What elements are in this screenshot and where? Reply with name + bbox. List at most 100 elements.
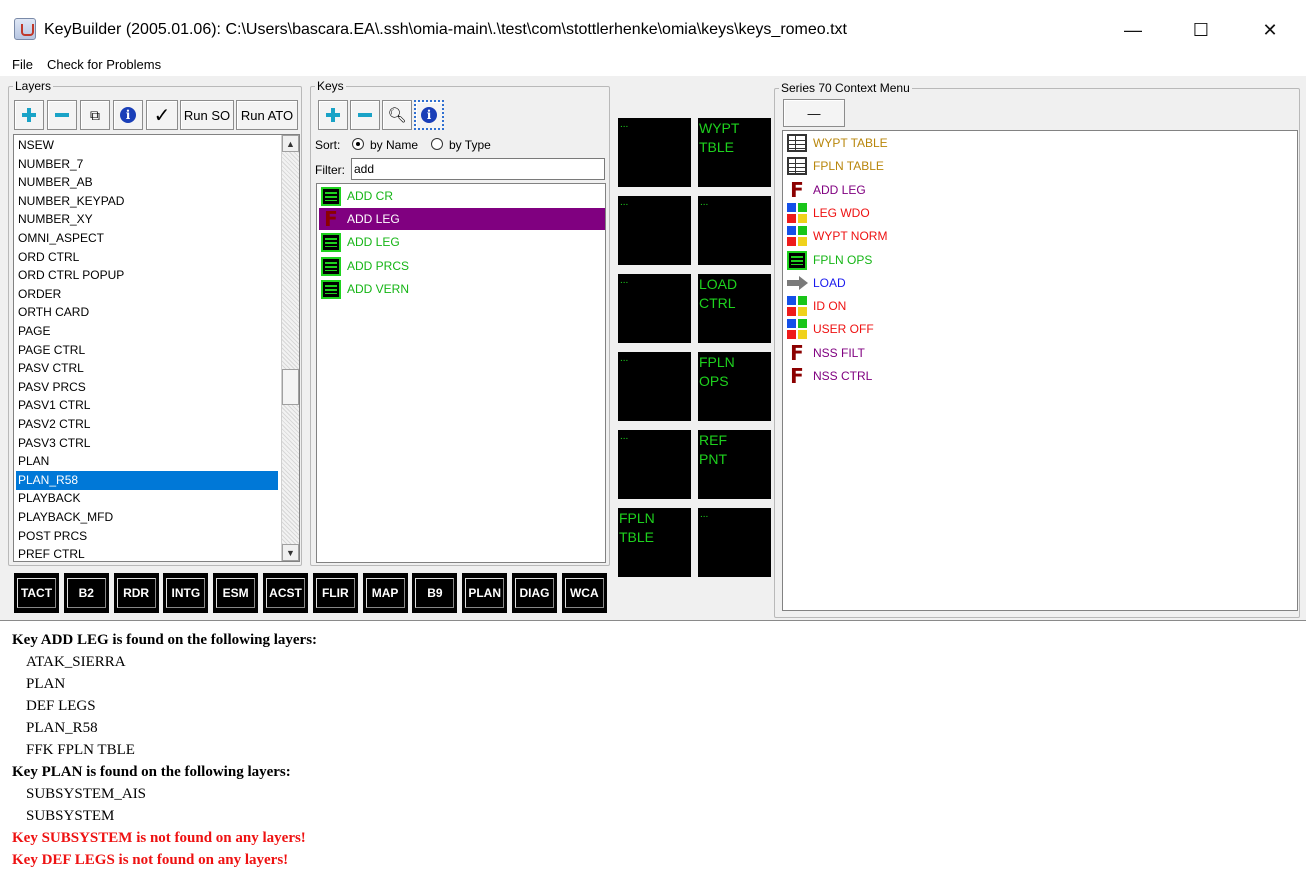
sort-by-type-label[interactable]: by Type <box>449 138 491 152</box>
sort-by-type-radio[interactable] <box>431 138 443 150</box>
tab-map[interactable]: MAP <box>362 573 408 613</box>
context-menu-item[interactable]: ID ON <box>785 295 1085 318</box>
key-item-label: ADD VERN <box>347 281 410 296</box>
context-menu-item[interactable]: WYPT NORM <box>785 225 1085 248</box>
layer-info-button[interactable]: i <box>113 100 143 130</box>
key-list-item[interactable]: ADD PRCS <box>319 255 605 277</box>
menu-bar: File Check for Problems <box>0 52 1306 76</box>
run-ato-button[interactable]: Run ATO <box>236 100 298 130</box>
tab-flir[interactable]: FLIR <box>312 573 358 613</box>
tab-diag[interactable]: DIAG <box>512 573 557 613</box>
key-list-item[interactable]: F ADD LEG <box>319 208 605 231</box>
softkey-left-3[interactable]: ... <box>618 274 691 343</box>
softkey-left-4[interactable]: ... <box>618 352 691 421</box>
tab-b9[interactable]: B9 <box>412 573 458 613</box>
tab-wca[interactable]: WCA <box>561 573 607 613</box>
tab-label: PLAN <box>465 578 505 608</box>
sort-by-name-radio[interactable] <box>352 138 364 150</box>
layer-list-item[interactable]: PASV2 CTRL <box>16 415 278 434</box>
workspace: Layers ⧉ i ✓ Run SO Run ATO NSEW NUMBER_7… <box>0 76 1306 620</box>
remove-context-item-button[interactable]: — <box>783 99 845 127</box>
scroll-thumb[interactable] <box>282 369 299 405</box>
remove-key-button[interactable] <box>350 100 380 130</box>
menu-file[interactable]: File <box>12 57 33 72</box>
context-menu-item[interactable]: WYPT TABLE <box>785 132 1085 155</box>
scroll-up-arrow-icon[interactable]: ▲ <box>282 135 299 152</box>
layer-list-item[interactable]: NUMBER_XY <box>16 210 278 229</box>
context-menu-item[interactable]: USER OFF <box>785 318 1085 341</box>
layer-list-item[interactable]: PASV1 CTRL <box>16 396 278 415</box>
tab-rdr[interactable]: RDR <box>113 573 159 613</box>
layer-list-item[interactable]: OMNI_ASPECT <box>16 229 278 248</box>
tab-b2[interactable]: B2 <box>63 573 109 613</box>
layer-list-item[interactable]: PREF CTRL <box>16 545 278 561</box>
layer-list-item[interactable]: PLAN <box>16 452 278 471</box>
context-menu-item[interactable]: F NSS FILT <box>785 342 1085 365</box>
keys-list[interactable]: ADD CR F ADD LEG ADD LEG ADD PRCS ADD VERN <box>316 183 606 563</box>
search-key-button[interactable]: 🔍︎ <box>382 100 412 130</box>
layer-list-item[interactable]: PLAN_R58 <box>16 470 278 490</box>
layers-scrollbar[interactable]: ▲ ▼ <box>281 135 299 561</box>
layer-list-item[interactable]: PLAYBACK <box>16 489 278 508</box>
layer-list-item[interactable]: ORDER <box>16 285 278 304</box>
menu-check-for-problems[interactable]: Check for Problems <box>47 57 161 72</box>
add-layer-button[interactable] <box>14 100 44 130</box>
layer-list-item[interactable]: ORD CTRL POPUP <box>16 266 278 285</box>
filter-input[interactable]: add <box>351 158 605 180</box>
sort-by-name-label[interactable]: by Name <box>370 138 418 152</box>
layer-list-item[interactable]: PAGE CTRL <box>16 341 278 360</box>
scroll-down-arrow-icon[interactable]: ▼ <box>282 544 299 561</box>
tab-intg[interactable]: INTG <box>163 573 209 613</box>
key-info-button[interactable]: i <box>414 100 444 130</box>
layer-list-item[interactable]: ORTH CARD <box>16 303 278 322</box>
context-menu-item[interactable]: LEG WDO <box>785 202 1085 225</box>
softkey-right-2[interactable]: ... <box>698 196 771 265</box>
tab-tact[interactable]: TACT <box>14 573 59 613</box>
tab-acst[interactable]: ACST <box>263 573 308 613</box>
layer-list-item[interactable]: NUMBER_KEYPAD <box>16 192 278 211</box>
softkey-right-4[interactable]: FPLN OPS <box>698 352 771 421</box>
context-menu-list[interactable]: WYPT TABLE FPLN TABLE F ADD LEG LEG WDO WYPT … <box>782 130 1298 611</box>
run-so-button[interactable]: Run SO <box>180 100 234 130</box>
context-menu-item[interactable]: F NSS CTRL <box>785 365 1085 388</box>
softkey-left-5[interactable]: ... <box>618 430 691 499</box>
softkey-right-1[interactable]: WYPT TBLE <box>698 118 771 187</box>
copy-layer-button[interactable]: ⧉ <box>80 100 110 130</box>
tab-esm[interactable]: ESM <box>213 573 259 613</box>
context-item-label: FPLN OPS <box>813 252 873 267</box>
softkey-left-6[interactable]: FPLN TBLE <box>618 508 691 577</box>
java-app-icon <box>14 18 36 40</box>
softkey-right-3[interactable]: LOAD CTRL <box>698 274 771 343</box>
context-menu-item[interactable]: F ADD LEG <box>785 179 1085 202</box>
layer-list-item[interactable]: PAGE <box>16 322 278 341</box>
check-layer-button[interactable]: ✓ <box>146 100 178 130</box>
context-menu-item[interactable]: FPLN TABLE <box>785 155 1085 178</box>
layer-list-item[interactable]: PASV3 CTRL <box>16 434 278 453</box>
softkey-right-5[interactable]: REF PNT <box>698 430 771 499</box>
remove-layer-button[interactable] <box>47 100 77 130</box>
softkey-left-2[interactable]: ... <box>618 196 691 265</box>
layer-list-item[interactable]: NSEW <box>16 136 278 155</box>
layer-list-item[interactable]: NUMBER_AB <box>16 173 278 192</box>
layer-list-item[interactable]: PLAYBACK_MFD <box>16 508 278 527</box>
close-button[interactable]: ✕ <box>1247 14 1293 46</box>
tab-label: DIAG <box>515 578 554 608</box>
maximize-button[interactable]: ☐ <box>1178 14 1224 46</box>
layer-list-item[interactable]: NUMBER_7 <box>16 155 278 174</box>
key-list-item[interactable]: ADD LEG <box>319 231 605 253</box>
key-list-item[interactable]: ADD CR <box>319 185 605 207</box>
layer-list-item[interactable]: PASV PRCS <box>16 378 278 397</box>
context-menu-item[interactable]: LOAD <box>785 272 1085 295</box>
layer-list-item[interactable]: POST PRCS <box>16 527 278 546</box>
layer-list-item[interactable]: ORD CTRL <box>16 248 278 267</box>
color-quad-icon <box>787 296 807 317</box>
context-menu-item[interactable]: FPLN OPS <box>785 249 1085 272</box>
softkey-left-1[interactable]: ... <box>618 118 691 187</box>
layer-list-item[interactable]: PASV CTRL <box>16 359 278 378</box>
tab-plan[interactable]: PLAN <box>462 573 508 613</box>
softkey-right-6[interactable]: ... <box>698 508 771 577</box>
minimize-button[interactable]: — <box>1110 14 1156 46</box>
add-key-button[interactable] <box>318 100 348 130</box>
layers-list[interactable]: NSEW NUMBER_7 NUMBER_AB NUMBER_KEYPAD NUMBER… <box>13 134 300 562</box>
key-list-item[interactable]: ADD VERN <box>319 278 605 300</box>
